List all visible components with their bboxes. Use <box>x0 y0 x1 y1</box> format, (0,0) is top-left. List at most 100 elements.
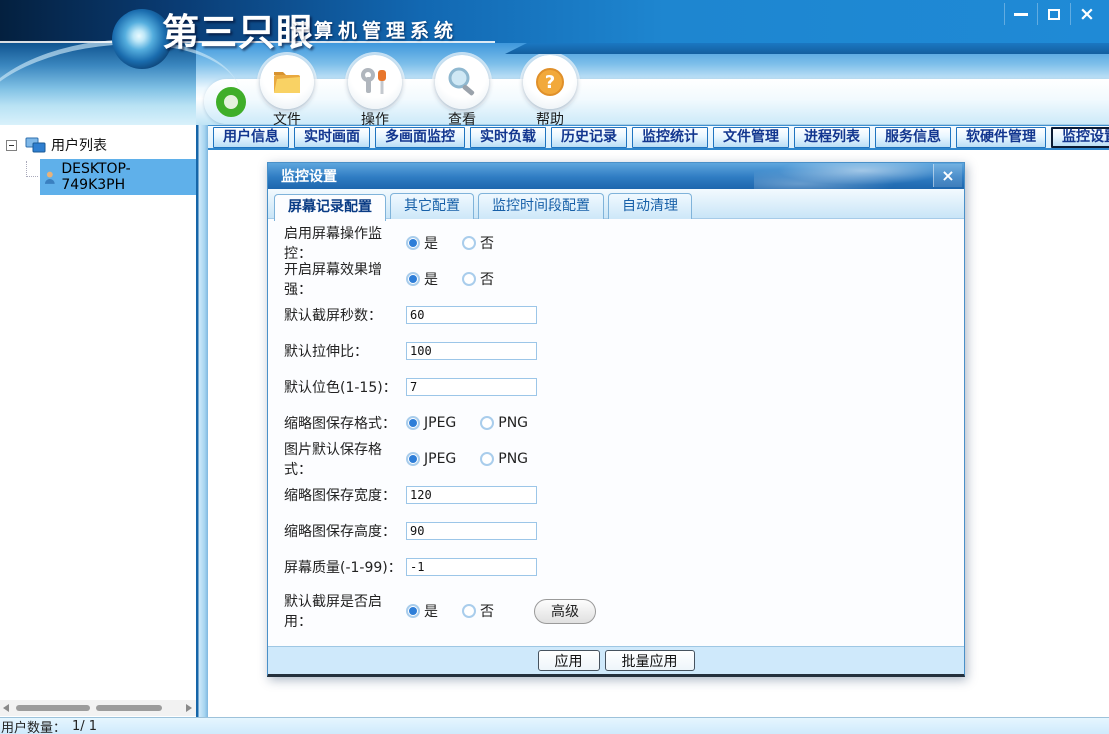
bit-color-input[interactable] <box>406 378 537 396</box>
toolbar: 文件 操作 查看 <box>196 43 1109 125</box>
form-row-screen-enhance: 开启屏幕效果增强： 是 否 <box>284 261 964 297</box>
thumbnail-width-input[interactable] <box>406 486 537 504</box>
folder-icon <box>270 67 304 97</box>
user-count-value: 1/ 1 <box>72 719 97 734</box>
maximize-button[interactable] <box>1037 3 1070 25</box>
field-label: 图片默认保存格式： <box>284 439 406 479</box>
radio-label: JPEG <box>424 415 456 431</box>
tab-process-list[interactable]: 进程列表 <box>794 127 870 148</box>
app-window: 第三只眼 计算机管理系统 × 文件 <box>0 0 1109 734</box>
tab-monitor-settings[interactable]: 监控设置 <box>1051 127 1109 148</box>
radio-option-no[interactable]: 否 <box>462 269 494 289</box>
toolbar-item-operate[interactable]: 操作 <box>344 55 406 129</box>
tab-hardware-software[interactable]: 软硬件管理 <box>956 127 1046 148</box>
dialog-content: 启用屏幕操作监控： 是 否 开启屏幕效果增强： 是 否 <box>268 219 964 646</box>
scroll-left-icon[interactable] <box>3 704 9 712</box>
tab-file-manager[interactable]: 文件管理 <box>713 127 789 148</box>
field-label: 默认拉伸比： <box>284 341 406 361</box>
sidebar-user-tree: 用户列表 DESKTOP-749K3PH <box>0 125 196 718</box>
field-label: 启用屏幕操作监控： <box>284 223 406 263</box>
radio-label: 否 <box>480 601 494 621</box>
radio-selected-icon[interactable] <box>406 452 420 466</box>
radio-label: 否 <box>480 269 494 289</box>
radio-label: 是 <box>424 269 438 289</box>
dialog-titlebar[interactable]: 监控设置 × <box>268 163 964 189</box>
radio-icon[interactable] <box>462 604 476 618</box>
toolbar-item-view[interactable]: 查看 <box>431 55 493 129</box>
form-row-thumbnail-width: 缩略图保存宽度： <box>284 477 964 513</box>
dialog-footer: 应用 批量应用 <box>268 646 964 674</box>
tab-live-view[interactable]: 实时画面 <box>294 127 370 148</box>
radio-icon[interactable] <box>480 416 494 430</box>
radio-label: PNG <box>498 451 528 467</box>
svg-text:?: ? <box>545 72 555 93</box>
radio-option-yes[interactable]: 是 <box>406 601 438 621</box>
radio-option-png[interactable]: PNG <box>480 415 528 431</box>
form-row-enable-screen-monitor: 启用屏幕操作监控： 是 否 <box>284 225 964 261</box>
radio-icon[interactable] <box>480 452 494 466</box>
toolbar-item-help[interactable]: ? 帮助 <box>519 55 581 129</box>
field-label: 缩略图保存高度： <box>284 521 406 541</box>
radio-selected-icon[interactable] <box>406 416 420 430</box>
scrollbar-thumb[interactable] <box>96 705 162 711</box>
tab-history[interactable]: 历史记录 <box>551 127 627 148</box>
dialog-tab-other-config[interactable]: 其它配置 <box>390 193 474 219</box>
dialog-tab-time-period[interactable]: 监控时间段配置 <box>478 193 604 219</box>
radio-option-yes[interactable]: 是 <box>406 233 438 253</box>
status-bar: 用户数量： 1/ 1 <box>0 717 1109 734</box>
radio-option-no[interactable]: 否 <box>462 601 494 621</box>
tab-multi-view[interactable]: 多画面监控 <box>375 127 465 148</box>
dialog-tab-auto-clean[interactable]: 自动清理 <box>608 193 692 219</box>
scrollbar-thumb[interactable] <box>16 705 90 711</box>
sidebar-splitter[interactable] <box>196 125 208 718</box>
dialog-tab-screen-record[interactable]: 屏幕记录配置 <box>274 194 386 221</box>
form-row-bit-color: 默认位色(1-15)： <box>284 369 964 405</box>
radio-label: JPEG <box>424 451 456 467</box>
radio-option-no[interactable]: 否 <box>462 233 494 253</box>
field-label: 缩略图保存宽度： <box>284 485 406 505</box>
maximize-icon <box>1048 9 1060 20</box>
field-label: 默认位色(1-15)： <box>284 377 406 397</box>
radio-option-yes[interactable]: 是 <box>406 269 438 289</box>
tab-service-info[interactable]: 服务信息 <box>875 127 951 148</box>
app-subtitle: 计算机管理系统 <box>290 16 458 43</box>
form-row-thumbnail-height: 缩略图保存高度： <box>284 513 964 549</box>
form-row-stretch-ratio: 默认拉伸比： <box>284 333 964 369</box>
minimize-button[interactable] <box>1004 3 1037 25</box>
sidebar-horizontal-scrollbar[interactable] <box>0 700 196 716</box>
radio-option-jpeg[interactable]: JPEG <box>406 415 456 431</box>
radio-icon[interactable] <box>462 236 476 250</box>
thumbnail-height-input[interactable] <box>406 522 537 540</box>
field-label: 屏幕质量(-1-99)： <box>284 557 406 577</box>
radio-icon[interactable] <box>462 272 476 286</box>
radio-label: 否 <box>480 233 494 253</box>
close-icon: × <box>1079 5 1095 24</box>
monitor-settings-dialog: 监控设置 × 屏幕记录配置 其它配置 监控时间段配置 自动清理 启用屏幕操作监控… <box>267 162 965 677</box>
radio-selected-icon[interactable] <box>406 604 420 618</box>
field-label: 默认截屏秒数： <box>284 305 406 325</box>
stretch-ratio-input[interactable] <box>406 342 537 360</box>
dialog-tabbar: 屏幕记录配置 其它配置 监控时间段配置 自动清理 <box>268 189 964 219</box>
apply-button[interactable]: 应用 <box>538 650 600 671</box>
form-row-screenshot-seconds: 默认截屏秒数： <box>284 297 964 333</box>
tab-live-load[interactable]: 实时负载 <box>470 127 546 148</box>
form-row-default-capture-enabled: 默认截屏是否启用： 是 否 高级 <box>284 593 964 629</box>
screen-quality-input[interactable] <box>406 558 537 576</box>
scroll-right-icon[interactable] <box>186 704 192 712</box>
main-tabbar: 用户信息 实时画面 多画面监控 实时负载 历史记录 监控统计 文件管理 进程列表… <box>196 125 1109 150</box>
toolbar-item-file[interactable]: 文件 <box>256 55 318 129</box>
radio-option-png[interactable]: PNG <box>480 451 528 467</box>
field-label: 开启屏幕效果增强： <box>284 259 406 299</box>
dialog-close-button[interactable]: × <box>933 164 962 187</box>
screenshot-seconds-input[interactable] <box>406 306 537 324</box>
tab-monitor-stats[interactable]: 监控统计 <box>632 127 708 148</box>
batch-apply-button[interactable]: 批量应用 <box>605 650 695 671</box>
minimize-icon <box>1014 13 1028 16</box>
field-label: 默认截屏是否启用： <box>284 591 406 631</box>
close-button[interactable]: × <box>1070 3 1103 25</box>
window-controls: × <box>1004 3 1103 25</box>
radio-option-jpeg[interactable]: JPEG <box>406 451 456 467</box>
advanced-button[interactable]: 高级 <box>534 599 596 624</box>
radio-selected-icon[interactable] <box>406 272 420 286</box>
radio-selected-icon[interactable] <box>406 236 420 250</box>
